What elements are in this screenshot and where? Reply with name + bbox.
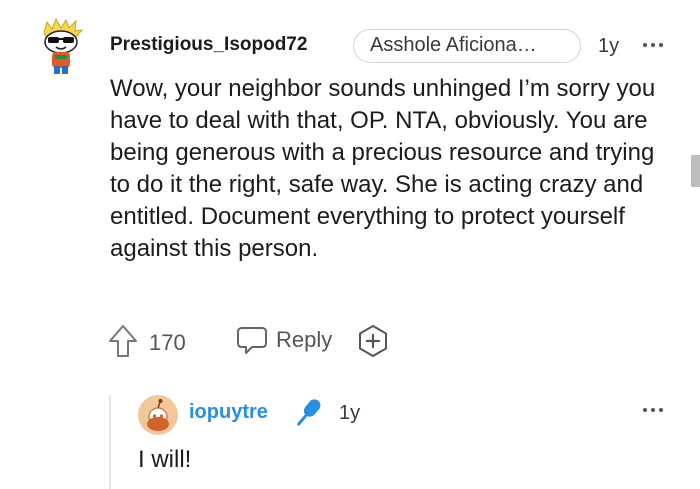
reply-body: I will! (138, 446, 192, 473)
upvote-icon[interactable] (108, 324, 138, 358)
reply-more-options-icon[interactable] (643, 408, 663, 412)
comment-username[interactable]: Prestigious_Isopod72 (110, 34, 307, 56)
comment: Prestigious_Isopod72 Asshole Aficiona… 1… (0, 0, 700, 489)
more-options-icon[interactable] (643, 43, 663, 47)
user-flair: Asshole Aficiona… (353, 29, 581, 63)
comment-timestamp: 1y (598, 35, 620, 57)
reply-user-avatar-icon[interactable] (137, 394, 179, 436)
speech-bubble-icon (237, 327, 267, 354)
reply-button[interactable]: Reply (236, 322, 346, 360)
reply-username[interactable]: iopuytre (189, 401, 268, 424)
vote-score: 170 (149, 330, 186, 355)
scrollbar-thumb[interactable] (691, 155, 700, 187)
comment-body: Wow, your neighbor sounds unhinged I’m s… (110, 75, 656, 262)
microphone-icon (297, 399, 321, 426)
award-plus-icon[interactable] (356, 324, 390, 358)
reply-label: Reply (276, 327, 333, 352)
user-avatar-icon[interactable] (38, 18, 84, 76)
thread-line[interactable] (109, 395, 111, 489)
reply-timestamp: 1y (339, 402, 361, 424)
